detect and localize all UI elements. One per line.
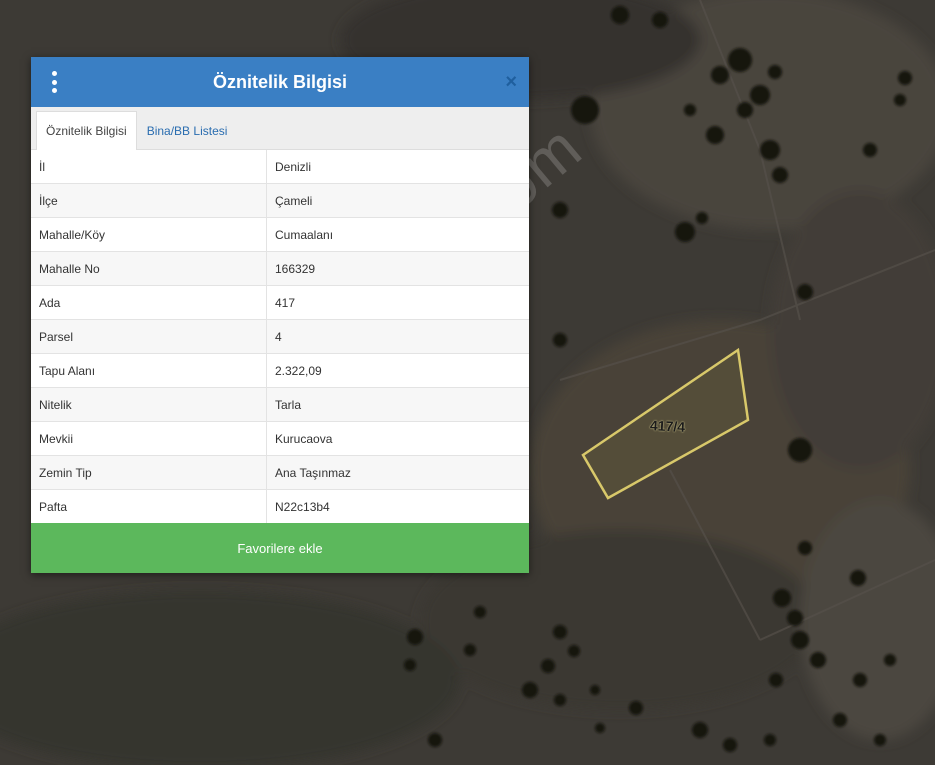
tab-attribute-info[interactable]: Öznitelik Bilgisi: [36, 111, 137, 150]
attribute-value: Tarla: [266, 387, 529, 422]
table-row: Parsel 4: [31, 319, 529, 354]
table-row: Zemin Tip Ana Taşınmaz: [31, 455, 529, 490]
attribute-key: Zemin Tip: [31, 455, 267, 490]
add-to-favorites-button[interactable]: Favorilere ekle: [31, 523, 529, 573]
attribute-value: 166329: [266, 251, 529, 286]
dialog-header: Öznitelik Bilgisi ×: [31, 57, 529, 107]
attribute-key: Pafta: [31, 489, 267, 523]
vertical-dots-icon[interactable]: [49, 71, 59, 93]
attribute-key: Mahalle/Köy: [31, 217, 267, 252]
attribute-value: N22c13b4: [266, 489, 529, 523]
attribute-value: 417: [266, 285, 529, 320]
table-row: Nitelik Tarla: [31, 387, 529, 422]
table-row: Mahalle No 166329: [31, 251, 529, 286]
attribute-key: Mevkii: [31, 421, 267, 456]
table-row: İlçe Çameli: [31, 183, 529, 218]
attribute-value: Çameli: [266, 183, 529, 218]
attribute-key: Nitelik: [31, 387, 267, 422]
tab-bar: Öznitelik Bilgisi Bina/BB Listesi: [31, 107, 529, 150]
table-row: Tapu Alanı 2.322,09: [31, 353, 529, 388]
attribute-table: İl Denizli İlçe Çameli Mahalle/Köy Cumaalanı M…: [31, 150, 529, 523]
attribute-key: Parsel: [31, 319, 267, 354]
attribute-value: Cumaalanı: [266, 217, 529, 252]
table-row: Mevkii Kurucaova: [31, 421, 529, 456]
table-row: Mahalle/Köy Cumaalanı: [31, 217, 529, 252]
attribute-key: İl: [31, 150, 267, 184]
table-row: İl Denizli: [31, 150, 529, 184]
table-row: Pafta N22c13b4: [31, 489, 529, 523]
close-icon[interactable]: ×: [505, 71, 517, 93]
attribute-value: 4: [266, 319, 529, 354]
attribute-key: Ada: [31, 285, 267, 320]
attribute-value: 2.322,09: [266, 353, 529, 388]
attribute-value: Denizli: [275, 159, 312, 174]
parcel-label: 417/4: [649, 417, 686, 435]
attribute-dialog: Öznitelik Bilgisi × Öznitelik Bilgisi Bi…: [31, 57, 529, 573]
tab-building-list[interactable]: Bina/BB Listesi: [137, 111, 238, 150]
attribute-key: Mahalle No: [31, 251, 267, 286]
table-row: Ada 417: [31, 285, 529, 320]
attribute-key: İlçe: [31, 183, 267, 218]
attribute-value: Ana Taşınmaz: [266, 455, 529, 490]
dialog-title: Öznitelik Bilgisi: [212, 71, 348, 92]
attribute-value: Kurucaova: [266, 421, 529, 456]
attribute-key: Tapu Alanı: [31, 353, 267, 388]
